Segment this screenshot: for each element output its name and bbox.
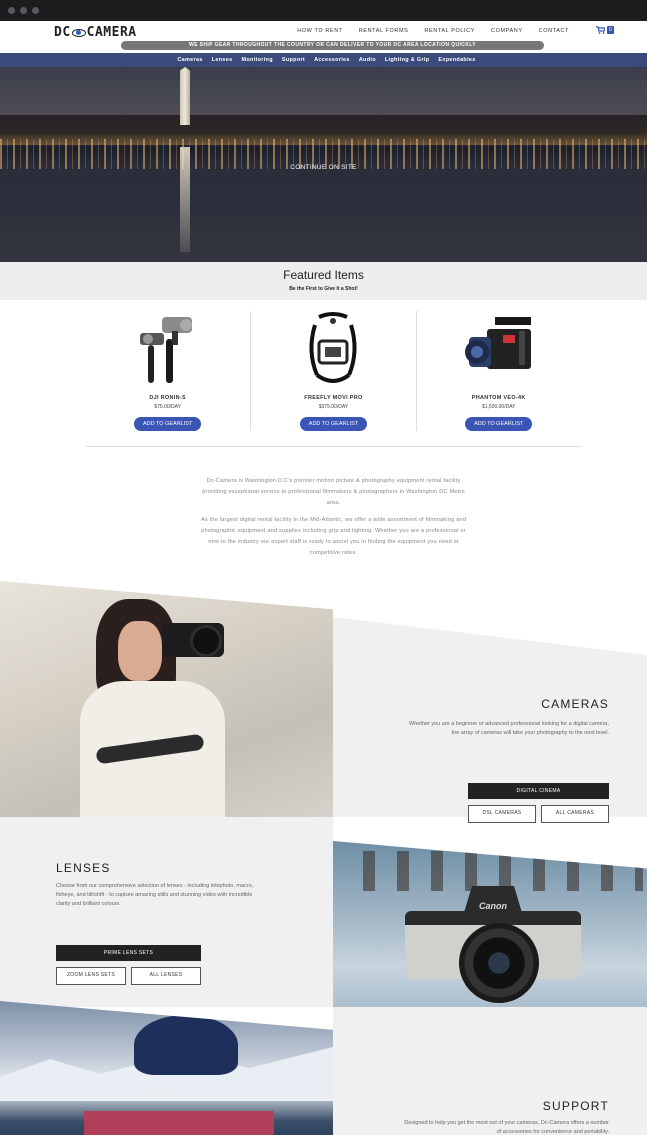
product-card: FREEFLY MOVI PRO $375.00/DAY ADD TO GEAR… — [250, 311, 415, 431]
support-photo: canon — [0, 1001, 333, 1135]
category-lenses[interactable]: Lenses — [212, 57, 233, 63]
featured-subtitle: Be the First to Give it a Shot! — [289, 286, 358, 292]
photo-beanie — [134, 1015, 238, 1075]
logo-text-left: DC — [54, 25, 71, 40]
eye-icon — [71, 28, 86, 37]
site-logo[interactable]: DC CAMERA — [54, 25, 137, 40]
product-price: $1,500.00/DAY — [481, 404, 516, 410]
window-maximize-dot[interactable] — [32, 7, 39, 14]
product-card: DJI RONIN-S $75.00/DAY ADD TO GEARLIST — [85, 311, 250, 431]
add-to-gearlist-button[interactable]: ADD TO GEARLIST — [299, 417, 367, 431]
digital-cinema-button[interactable]: DIGITAL CINEMA — [468, 783, 609, 799]
cart-icon — [596, 26, 605, 34]
nav-rental-policy[interactable]: RENTAL POLICY — [424, 28, 475, 34]
logo-text-right: CAMERA — [86, 25, 137, 40]
dsl-cameras-button[interactable]: DSL CAMERAS — [468, 805, 536, 823]
cart-count-badge: 0 — [607, 26, 614, 34]
washington-monument — [180, 67, 190, 125]
category-support[interactable]: Support — [282, 57, 305, 63]
product-image-movi[interactable] — [293, 311, 373, 389]
category-monitoring[interactable]: Monitoring — [241, 57, 272, 63]
camera-brand-label: Canon — [479, 901, 507, 911]
product-price: $75.00/DAY — [154, 404, 181, 410]
continue-on-site-link[interactable]: CONTINUE ON SITE — [0, 164, 647, 171]
nav-rental-forms[interactable]: RENTAL FORMS — [359, 28, 409, 34]
category-audio[interactable]: Audio — [359, 57, 376, 63]
intro-paragraph-1: Dc-Camera is Washington D.C's premier mo… — [202, 478, 465, 507]
featured-products: DJI RONIN-S $75.00/DAY ADD TO GEARLIST F… — [85, 311, 581, 431]
product-card: PHANTOM VEO-4K $1,500.00/DAY ADD TO GEAR… — [415, 311, 581, 431]
add-to-gearlist-button[interactable]: ADD TO GEARLIST — [465, 417, 533, 431]
photo-camera-lens — [190, 625, 222, 657]
nav-how-to-rent[interactable]: HOW TO RENT — [297, 28, 343, 34]
product-image-gimbal[interactable] — [128, 311, 208, 389]
top-nav: HOW TO RENT RENTAL FORMS RENTAL POLICY C… — [297, 28, 569, 34]
photo-woman-face — [118, 621, 162, 681]
lenses-title: LENSES — [56, 861, 111, 875]
photo-shirt — [84, 1111, 274, 1135]
support-panel-bg — [333, 1007, 647, 1135]
lenses-description: Choose from our comprehensive selection … — [56, 883, 254, 907]
photo-pier-posts — [363, 851, 643, 891]
cart-button[interactable]: 0 — [596, 26, 614, 34]
product-name[interactable]: DJI RONIN-S — [85, 395, 250, 401]
browser-chrome — [0, 0, 647, 21]
cameras-description: Whether you are a beginner or advanced p… — [409, 721, 609, 736]
photo-film-camera-lens — [459, 923, 539, 1003]
cameras-photo — [0, 581, 333, 817]
intro-text: Dc-Camera is Washington D.C's premier mo… — [195, 476, 472, 559]
section-divider — [85, 446, 581, 447]
window-minimize-dot[interactable] — [20, 7, 27, 14]
shipping-banner: WE SHIP GEAR THROUGHOUT THE COUNTRY OR C… — [121, 41, 544, 50]
category-nav: Cameras Lenses Monitoring Support Access… — [0, 53, 647, 67]
product-name[interactable]: PHANTOM VEO-4K — [417, 395, 581, 401]
category-cameras[interactable]: Cameras — [177, 57, 202, 63]
hero-image: CONTINUE ON SITE — [0, 67, 647, 262]
all-cameras-button[interactable]: ALL CAMERAS — [541, 805, 609, 823]
cinema-camera-icon — [464, 317, 531, 369]
monument-reflection — [180, 147, 190, 252]
category-accessories[interactable]: Accessories — [314, 57, 350, 63]
nav-company[interactable]: COMPANY — [491, 28, 523, 34]
support-title: SUPPORT — [542, 1099, 609, 1113]
product-image-phantom[interactable] — [459, 311, 539, 389]
zoom-lens-sets-button[interactable]: ZOOM LENS SETS — [56, 967, 126, 985]
strap-brand-label: canon — [146, 1091, 170, 1100]
category-expendables[interactable]: Expendables — [438, 57, 475, 63]
intro-paragraph-2: As the largest digital rental facility i… — [200, 516, 467, 557]
add-to-gearlist-button[interactable]: ADD TO GEARLIST — [134, 417, 202, 431]
category-lighting-grip[interactable]: Lighting & Grip — [385, 57, 430, 63]
support-description: Designed to help you get the most out of… — [404, 1120, 609, 1135]
featured-header: Featured Items Be the First to Give it a… — [0, 262, 647, 300]
category-sections: CAMERAS Whether you are a beginner or ad… — [0, 581, 647, 1135]
window-close-dot[interactable] — [8, 7, 15, 14]
gimbal-icon — [139, 317, 192, 383]
product-name[interactable]: FREEFLY MOVI PRO — [251, 395, 415, 401]
product-price: $375.00/DAY — [318, 404, 349, 410]
movi-rig-icon — [309, 312, 357, 383]
cameras-title: CAMERAS — [541, 697, 609, 711]
page: DC CAMERA HOW TO RENT RENTAL FORMS RENTA… — [0, 21, 647, 1135]
nav-contact[interactable]: CONTACT — [539, 28, 569, 34]
featured-title: Featured Items — [283, 268, 364, 282]
all-lenses-button[interactable]: ALL LENSES — [131, 967, 201, 985]
prime-lens-sets-button[interactable]: PRIME LENS SETS — [56, 945, 201, 961]
